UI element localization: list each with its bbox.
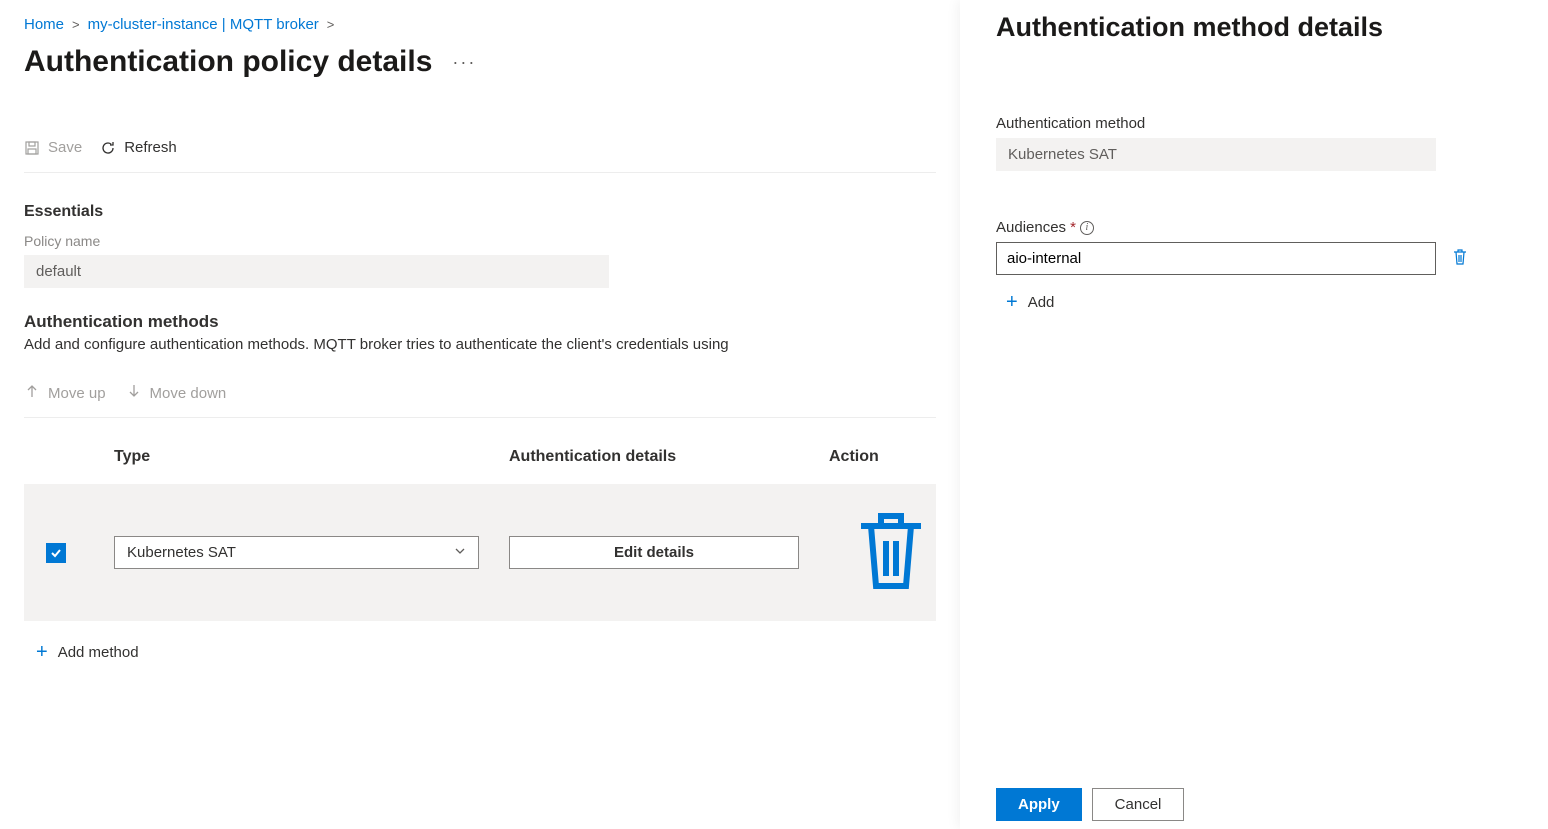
move-down-button[interactable]: Move down [126, 383, 227, 403]
delete-audience-button[interactable] [1452, 248, 1468, 269]
delete-row-button[interactable] [851, 583, 931, 599]
required-indicator: * [1070, 219, 1076, 236]
col-details-header: Authentication details [509, 448, 829, 466]
details-panel: Authentication method details Authentica… [960, 0, 1548, 829]
plus-icon: + [1006, 291, 1018, 314]
col-type-header: Type [114, 448, 509, 466]
panel-method-label: Authentication method [996, 115, 1512, 132]
move-down-label: Move down [150, 385, 227, 402]
toolbar: Save Refresh [24, 139, 936, 173]
save-button[interactable]: Save [24, 139, 82, 156]
chevron-down-icon [454, 544, 466, 561]
auth-methods-title: Authentication methods [24, 312, 936, 332]
chevron-right-icon: > [72, 17, 80, 32]
col-action-header: Action [829, 448, 909, 466]
page-title: Authentication policy details [24, 45, 432, 79]
audience-input[interactable] [996, 242, 1436, 275]
edit-details-button[interactable]: Edit details [509, 536, 799, 569]
panel-method-value: Kubernetes SAT [996, 138, 1436, 171]
row-checkbox[interactable] [46, 543, 66, 563]
audiences-label: Audiences [996, 219, 1066, 236]
save-label: Save [48, 139, 82, 156]
breadcrumb: Home > my-cluster-instance | MQTT broker… [24, 16, 936, 33]
panel-title: Authentication method details [996, 12, 1512, 43]
refresh-label: Refresh [124, 139, 177, 156]
policy-name-label: Policy name [24, 233, 936, 249]
arrow-up-icon [24, 383, 40, 403]
save-icon [24, 140, 40, 156]
type-select-value: Kubernetes SAT [127, 544, 236, 561]
info-icon[interactable]: i [1080, 221, 1094, 235]
move-up-button[interactable]: Move up [24, 383, 106, 403]
chevron-right-icon: > [327, 17, 335, 32]
add-audience-button[interactable]: + Add [1006, 291, 1512, 314]
methods-table-header: Type Authentication details Action [24, 418, 936, 484]
more-actions-icon[interactable]: ··· [452, 52, 476, 73]
refresh-icon [100, 140, 116, 156]
move-up-label: Move up [48, 385, 106, 402]
essentials-title: Essentials [24, 203, 936, 221]
add-method-button[interactable]: + Add method [24, 621, 936, 664]
method-row: Kubernetes SAT Edit details [24, 484, 936, 621]
auth-methods-description: Add and configure authentication methods… [24, 336, 936, 353]
plus-icon: + [36, 641, 48, 664]
cancel-button[interactable]: Cancel [1092, 788, 1185, 821]
apply-button[interactable]: Apply [996, 788, 1082, 821]
breadcrumb-cluster[interactable]: my-cluster-instance | MQTT broker [88, 16, 319, 33]
refresh-button[interactable]: Refresh [100, 139, 177, 156]
arrow-down-icon [126, 383, 142, 403]
policy-name-value: default [24, 255, 609, 288]
type-select[interactable]: Kubernetes SAT [114, 536, 479, 569]
add-method-label: Add method [58, 644, 139, 661]
add-audience-label: Add [1028, 294, 1055, 311]
breadcrumb-home[interactable]: Home [24, 16, 64, 33]
